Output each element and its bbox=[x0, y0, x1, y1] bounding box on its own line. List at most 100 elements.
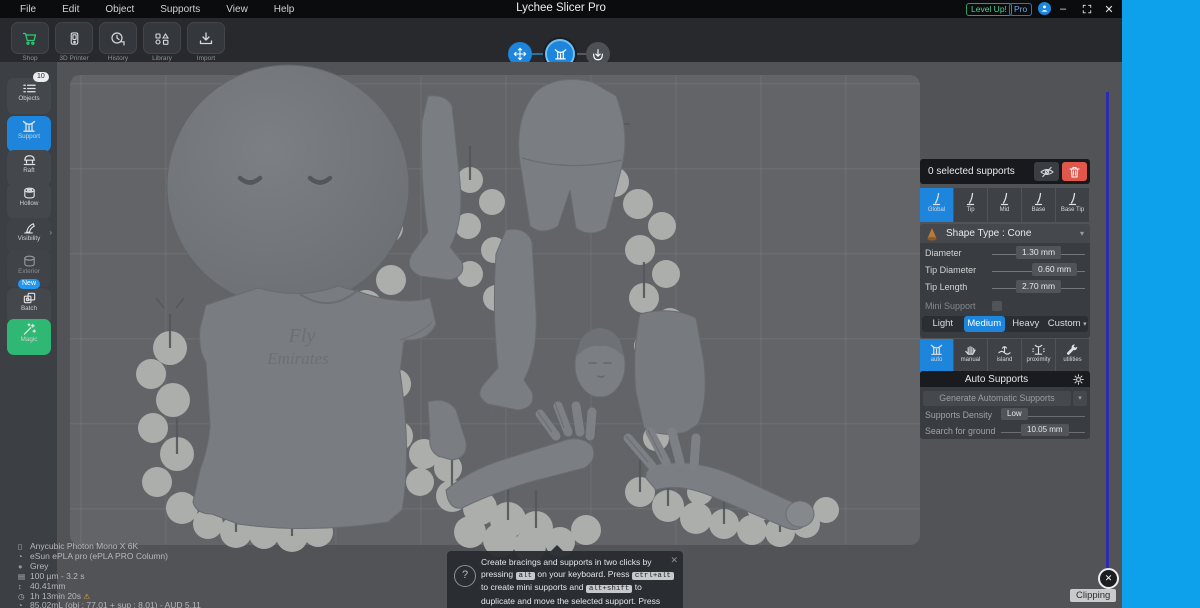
auto-supports-header: Auto Supports bbox=[920, 371, 1090, 387]
diameter-row: Diameter 1.30 mm bbox=[920, 245, 1090, 261]
shape-type-dropdown[interactable]: Shape Type : Cone ▾ bbox=[920, 224, 1090, 243]
selected-supports-header: 0 selected supports bbox=[920, 159, 1090, 184]
eye-slash-icon bbox=[1040, 166, 1054, 178]
printer-icon bbox=[67, 31, 82, 46]
sidebar-item-hollow[interactable]: Hollow bbox=[7, 183, 51, 219]
exterior-icon bbox=[22, 254, 37, 268]
visibility-expand-arrow[interactable]: › bbox=[49, 228, 52, 237]
maximize-button[interactable] bbox=[1078, 0, 1096, 18]
user-avatar[interactable] bbox=[1038, 2, 1051, 15]
diameter-value[interactable]: 1.30 mm bbox=[1016, 246, 1062, 259]
sidebar-item-visibility[interactable]: Visibility › bbox=[7, 218, 52, 254]
clipping-handle[interactable]: ✕ bbox=[1098, 568, 1119, 589]
tab-manual[interactable]: manual bbox=[954, 339, 987, 373]
batch-icon bbox=[22, 291, 37, 305]
base-support-icon bbox=[1033, 192, 1045, 206]
tab-base-tip[interactable]: Base Tip bbox=[1056, 188, 1089, 222]
cart-icon bbox=[22, 31, 38, 46]
menu-item-supports[interactable]: Supports bbox=[160, 4, 200, 15]
ground-value[interactable]: 10.05 mm bbox=[1021, 424, 1069, 436]
sidebar-item-magic[interactable]: Magic bbox=[7, 319, 51, 355]
global-support-icon bbox=[931, 192, 943, 206]
clipping-slider[interactable] bbox=[1106, 92, 1109, 570]
tip-support-icon bbox=[965, 192, 977, 206]
new-badge: New bbox=[18, 279, 41, 289]
layout-icon bbox=[513, 47, 527, 61]
tip-diameter-row: Tip Diameter 0.60 mm bbox=[920, 262, 1090, 278]
question-mark-icon: ? bbox=[454, 565, 476, 587]
library-button[interactable]: Library bbox=[140, 22, 184, 62]
support-mode-tabs: auto manual island proximity utilities bbox=[920, 339, 1090, 373]
tip-diameter-value[interactable]: 0.60 mm bbox=[1032, 263, 1078, 276]
desktop-background bbox=[1122, 0, 1200, 608]
minimize-button[interactable]: – bbox=[1054, 0, 1072, 18]
warning-icon: ⚠ bbox=[83, 591, 91, 601]
hide-supports-button[interactable] bbox=[1034, 162, 1059, 181]
viewport-3d[interactable]: Fly Emirates 10 Objects Support Raft Hol… bbox=[0, 62, 1122, 608]
mini-support-row: Mini Support bbox=[920, 298, 1090, 314]
tab-proximity[interactable]: proximity bbox=[1022, 339, 1055, 373]
ground-row: Search for ground 10.05 mm bbox=[923, 424, 1087, 438]
sidebar-item-support[interactable]: Support bbox=[7, 116, 51, 152]
app-window: File Edit Object Supports View Help Lych… bbox=[0, 0, 1200, 608]
auto-supports-gear-icon[interactable] bbox=[1073, 374, 1084, 385]
tab-utilities[interactable]: utilities bbox=[1056, 339, 1089, 373]
build-plate[interactable] bbox=[70, 75, 920, 545]
tab-mid[interactable]: Mid bbox=[988, 188, 1021, 222]
tab-base[interactable]: Base bbox=[1022, 188, 1055, 222]
support-settings-block: Shape Type : Cone ▾ Diameter 1.30 mm Tip… bbox=[920, 224, 1090, 338]
history-button[interactable]: History bbox=[96, 22, 140, 62]
import-button[interactable]: Import bbox=[184, 22, 228, 62]
generate-supports-row: Generate Automatic Supports ▾ bbox=[923, 391, 1087, 406]
menu-item-view[interactable]: View bbox=[226, 4, 248, 15]
tab-auto[interactable]: auto bbox=[920, 339, 953, 373]
preset-light[interactable]: Light bbox=[922, 316, 964, 332]
menu-item-edit[interactable]: Edit bbox=[62, 4, 79, 15]
auto-supports-block: Auto Supports Generate Automatic Support… bbox=[920, 371, 1090, 439]
preset-heavy[interactable]: Heavy bbox=[1005, 316, 1047, 332]
preset-medium[interactable]: Medium bbox=[963, 316, 1005, 332]
app-title: Lychee Slicer Pro bbox=[516, 2, 606, 14]
close-button[interactable]: ✕ bbox=[1100, 0, 1118, 18]
support-part-tabs: Global Tip Mid Base Base Tip bbox=[920, 188, 1090, 222]
tooltip-pointer bbox=[551, 545, 563, 551]
import-icon bbox=[198, 31, 214, 46]
prepare-icon bbox=[553, 47, 568, 61]
raft-icon bbox=[22, 153, 37, 167]
menu-item-help[interactable]: Help bbox=[274, 4, 295, 15]
delete-supports-button[interactable] bbox=[1062, 162, 1087, 181]
tip-length-row: Tip Length 2.70 mm bbox=[920, 279, 1090, 295]
pro-badge[interactable]: Pro bbox=[1009, 3, 1033, 16]
generate-dropdown-button[interactable]: ▾ bbox=[1073, 391, 1087, 406]
utilities-icon bbox=[1065, 343, 1080, 356]
printers-button[interactable]: 3D Printer bbox=[52, 22, 96, 62]
tooltip-close-icon[interactable]: ✕ bbox=[670, 555, 678, 567]
tab-island[interactable]: island bbox=[988, 339, 1021, 373]
tab-global[interactable]: Global bbox=[920, 188, 953, 222]
menu-item-object[interactable]: Object bbox=[105, 4, 134, 15]
sidebar-item-objects[interactable]: Objects bbox=[7, 78, 51, 114]
generate-supports-button[interactable]: Generate Automatic Supports bbox=[923, 391, 1071, 406]
preset-custom[interactable]: Custom ▾ bbox=[1047, 316, 1089, 332]
visibility-icon bbox=[22, 221, 37, 235]
proximity-icon bbox=[1031, 343, 1046, 356]
magic-icon bbox=[22, 322, 37, 336]
tab-tip[interactable]: Tip bbox=[954, 188, 987, 222]
print-status-info: ▯ Anycubic Photon Mono X 6K ◔ eSun ePLA pr… bbox=[18, 542, 201, 608]
shape-caret-icon: ▾ bbox=[1079, 229, 1084, 238]
density-value[interactable]: Low bbox=[1001, 408, 1028, 420]
mini-support-checkbox[interactable] bbox=[992, 301, 1002, 311]
sidebar-item-raft[interactable]: Raft bbox=[7, 150, 51, 186]
objects-count-badge: 10 bbox=[33, 72, 49, 82]
status-volume-cost: ◔ 85.02mL (obj : 77.01 + sup : 8.01) - AU… bbox=[18, 600, 201, 608]
menu-item-file[interactable]: File bbox=[20, 4, 36, 15]
shop-button[interactable]: Shop bbox=[8, 22, 52, 62]
manual-icon bbox=[963, 343, 978, 356]
mid-support-icon bbox=[999, 192, 1011, 206]
main-toolbar: Shop 3D Printer History Library Import bbox=[0, 18, 1122, 79]
tip-length-value[interactable]: 2.70 mm bbox=[1016, 280, 1062, 293]
key-ctrl-alt: ctrl+alt bbox=[631, 571, 674, 580]
level-up-badge[interactable]: Level Up! bbox=[966, 3, 1012, 16]
auto-icon bbox=[929, 343, 944, 356]
menu-bar: File Edit Object Supports View Help Lych… bbox=[0, 0, 1122, 18]
